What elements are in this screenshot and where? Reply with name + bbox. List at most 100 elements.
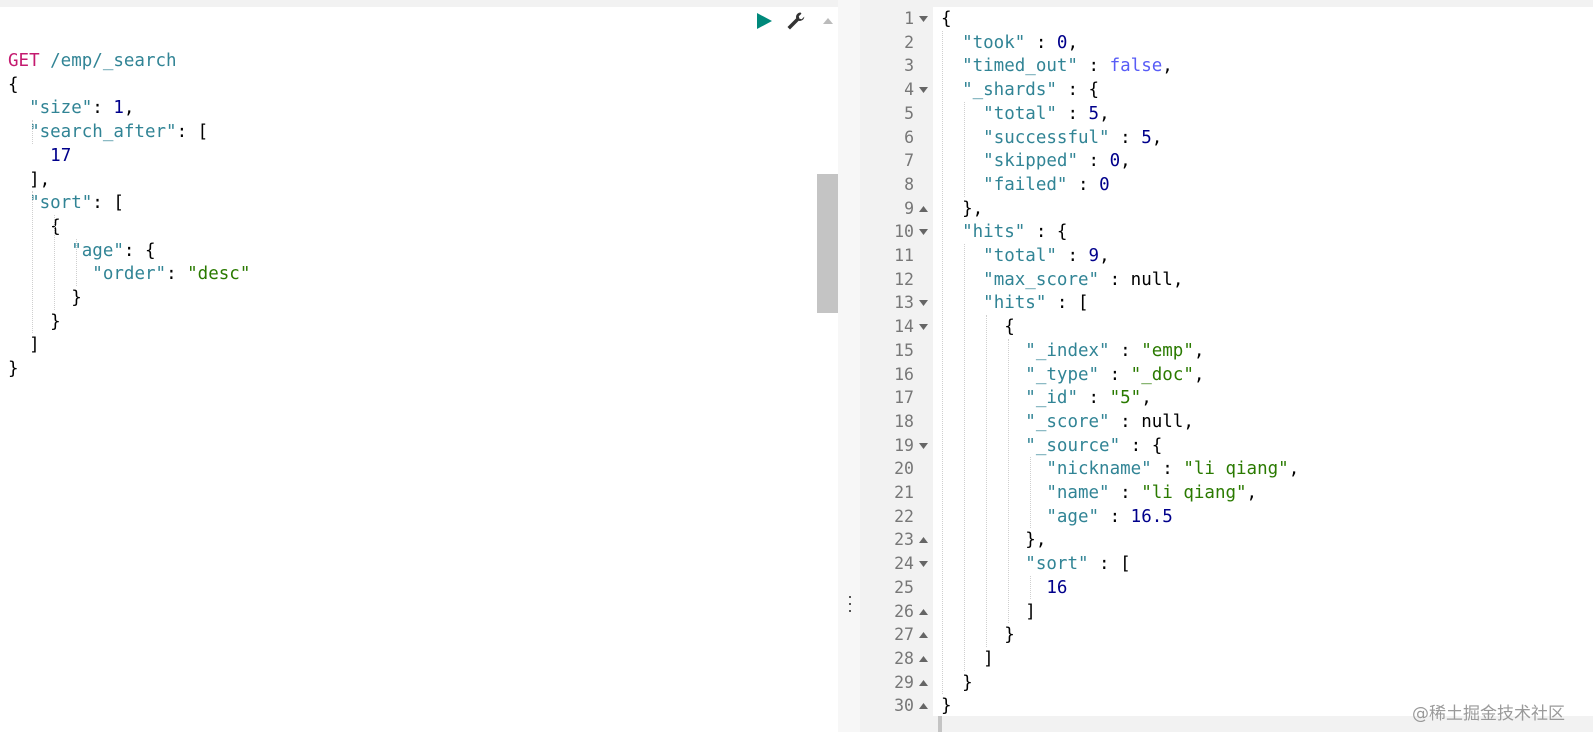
response-code-line: "failed" : 0: [941, 173, 1109, 197]
indent-guide: [1030, 457, 1031, 529]
fold-expanded-icon[interactable]: [918, 7, 928, 31]
request-scrollbar-thumb[interactable]: [817, 174, 838, 313]
indent-guide: [1030, 575, 1031, 600]
run-request-button[interactable]: [752, 9, 776, 33]
fold-expanded-icon[interactable]: [918, 291, 928, 315]
token-p: [941, 365, 1025, 385]
token-p: : {: [123, 240, 156, 261]
request-code-line: "order": "desc": [8, 262, 250, 286]
token-p: : null,: [1099, 269, 1184, 290]
token-key: "_index": [1025, 340, 1110, 361]
token-p: [941, 246, 983, 266]
response-code-line: "sort" : [: [941, 552, 1131, 576]
fold-expanded-icon[interactable]: [918, 220, 928, 244]
settings-button[interactable]: [784, 9, 808, 33]
fold-end-icon[interactable]: [918, 600, 928, 624]
line-number: 13: [894, 293, 914, 313]
response-code-line: "_index" : "emp",: [941, 339, 1204, 363]
token-p: [941, 412, 1025, 432]
request-code-line: {: [8, 73, 19, 97]
token-num: 16: [1046, 577, 1068, 598]
token-p: ,: [1099, 103, 1110, 124]
request-toolbar: [752, 8, 840, 34]
token-p: [941, 80, 962, 100]
line-number: 16: [894, 364, 914, 384]
splitter-handle-icon[interactable]: [848, 596, 852, 612]
token-p: ,: [1193, 340, 1205, 361]
token-p: :: [1077, 388, 1110, 409]
line-number: 29: [894, 672, 914, 692]
token-p: ,: [1162, 56, 1173, 77]
response-code-line: "name" : "li qiang",: [941, 481, 1257, 505]
token-p: : null,: [1109, 411, 1194, 432]
caret-up-icon: [823, 18, 833, 24]
response-code-line: "_shards" : {: [941, 78, 1099, 102]
play-icon: [757, 13, 772, 29]
collapse-button[interactable]: [816, 9, 840, 33]
request-code-line: "search_after": [: [8, 120, 208, 144]
response-code-line: "successful" : 5,: [941, 126, 1162, 150]
token-str: "desc": [187, 264, 251, 285]
fold-end-icon[interactable]: [918, 623, 928, 647]
token-p: :: [166, 264, 188, 285]
fold-end-icon[interactable]: [918, 647, 928, 671]
fold-end-icon[interactable]: [918, 694, 928, 718]
token-key: "successful": [983, 127, 1110, 148]
watermark: @稀土掘金技术社区: [1412, 704, 1565, 724]
fold-end-icon[interactable]: [918, 671, 928, 695]
token-p: :: [1077, 56, 1110, 77]
token-p: [941, 293, 983, 313]
token-p: },: [941, 530, 1047, 551]
line-number: 30: [894, 696, 914, 716]
token-p: [941, 56, 962, 76]
fold-expanded-icon[interactable]: [918, 315, 928, 339]
token-p: [941, 341, 1025, 361]
token-p: [8, 122, 29, 142]
fold-end-icon[interactable]: [918, 197, 928, 221]
line-number: 22: [894, 506, 914, 526]
response-code-line: "_id" : "5",: [941, 386, 1151, 410]
request-code-line: "age": {: [8, 239, 156, 263]
token-str: "emp": [1141, 340, 1194, 361]
fold-end-icon[interactable]: [918, 528, 928, 552]
token-key: "timed_out": [962, 56, 1078, 77]
line-number: 2: [904, 32, 914, 52]
token-p: [8, 146, 50, 166]
token-p: ]: [8, 335, 40, 356]
token-p: }: [941, 696, 952, 717]
line-number: 24: [894, 554, 914, 574]
token-p: ,: [1099, 246, 1110, 266]
response-code-line: }: [941, 694, 952, 718]
indent-guide: [964, 101, 965, 197]
token-p: ,: [1067, 32, 1078, 53]
panel-splitter[interactable]: [838, 0, 860, 732]
token-num: 17: [50, 145, 72, 166]
request-code-line: }: [8, 357, 19, 381]
token-p: : {: [1120, 435, 1163, 456]
token-p: ,: [1288, 459, 1300, 480]
token-p: ,: [123, 98, 135, 119]
token-p: [941, 104, 983, 124]
token-key: "total": [983, 103, 1057, 124]
token-p: :: [92, 98, 114, 119]
token-num: 0: [1056, 32, 1068, 53]
token-num: 16.5: [1130, 506, 1173, 527]
request-path: /emp/_search: [39, 51, 177, 71]
fold-expanded-icon[interactable]: [918, 552, 928, 576]
line-number: 10: [894, 222, 914, 242]
response-code-line: },: [941, 197, 983, 221]
fold-expanded-icon[interactable]: [918, 434, 928, 458]
response-code-line: "took" : 0,: [941, 31, 1078, 55]
fold-expanded-icon[interactable]: [918, 78, 928, 102]
response-code-line: "hits" : {: [941, 220, 1067, 244]
request-line[interactable]: GET /emp/_search: [8, 49, 177, 73]
token-bool: false: [1109, 56, 1163, 77]
token-key: "nickname": [1046, 459, 1152, 480]
wrench-icon: [787, 12, 805, 30]
token-p: [941, 33, 962, 53]
request-code-line: }: [8, 310, 61, 334]
token-num: 1: [113, 98, 124, 119]
line-number: 8: [904, 174, 914, 194]
token-p: : [: [1088, 554, 1131, 575]
response-scrollbar-thumb[interactable]: [938, 716, 942, 732]
